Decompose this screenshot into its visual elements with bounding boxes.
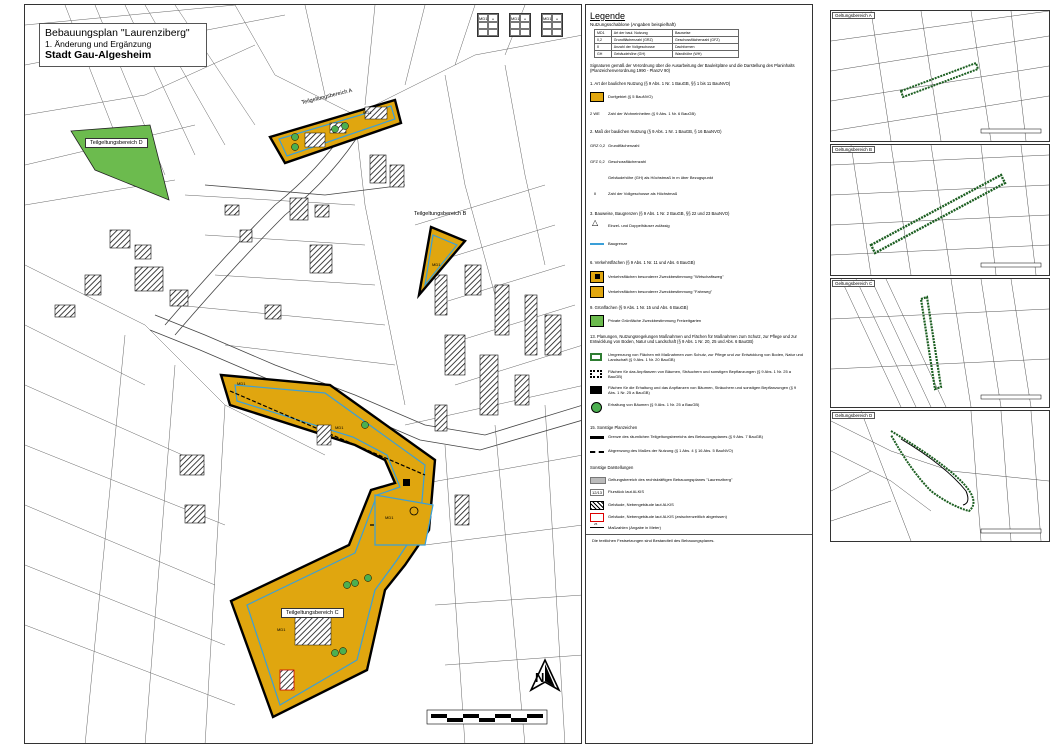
- legend-section-6: 6. Verkehrsflächen (§ 9 Abs. 1 Nr. 11 un…: [590, 260, 695, 265]
- inset-map-a[interactable]: Geltungsbereich A: [830, 10, 1050, 142]
- legend-section-9: 9. Grünflächen (§ 9 Abs. 1 Nr. 15 und Ab…: [590, 305, 688, 310]
- swatch-gebaeude: [590, 501, 604, 510]
- cadastral-map[interactable]: [25, 5, 582, 744]
- plan-municipality: Stadt Gau-Algesheim: [45, 49, 152, 61]
- triangle-icon: ▵: [552, 14, 562, 22]
- zone-code-b: MD1: [432, 262, 441, 267]
- swatch-fahrweg: [590, 286, 604, 298]
- swatch-massnahmen: [590, 353, 602, 361]
- swatch-nutzungsgrenze: [590, 451, 604, 453]
- dimension-line-icon: [590, 527, 604, 528]
- area-c[interactable]: [219, 373, 437, 719]
- triangle-icon: ▵: [488, 14, 498, 22]
- zone-code-c3: MD1: [385, 515, 394, 520]
- legend-section-other: Sonstige Darstellungen: [590, 465, 634, 470]
- plan-title: Bebauungsplan "Laurenziberg": [45, 27, 190, 39]
- swatch-gruenflaeche: [590, 315, 604, 327]
- legend-subheading: Nutzungsschablone (Angaben beispielhaft): [590, 22, 676, 27]
- inset-map-b[interactable]: Geltungsbereich B: [830, 144, 1050, 276]
- inset-b-drawing: [831, 145, 1049, 275]
- usage-template-table: MD1 Art der baul. Nutzung Bauweise 0,2 Grun…: [594, 29, 740, 58]
- inset-label-c: Geltungsbereich C: [832, 280, 876, 287]
- inset-column: Geltungsbereich A Geltungsbereich B Gelt…: [826, 4, 1052, 744]
- tree-icon: [591, 402, 602, 413]
- usage-key-3: MD1 ▵: [541, 13, 563, 37]
- legend-heading: Legende: [590, 11, 626, 21]
- inset-d-drawing: [831, 411, 1049, 541]
- usage-key-1: MD1 ▵: [477, 13, 499, 37]
- swatch-wirtschaftsweg: [590, 271, 604, 283]
- inset-c-drawing: [831, 279, 1049, 407]
- legend-section-1: 1. Art der baulichen Nutzung (§ 9 Abs. 1…: [590, 81, 731, 86]
- triangle-icon: ▵: [520, 14, 530, 22]
- usage-key-code: MD1: [478, 14, 488, 22]
- map-scale-bar: [426, 709, 548, 725]
- swatch-dorfgebiet: [590, 92, 604, 102]
- inset-a-drawing: [831, 11, 1049, 141]
- zone-code-c2: MD1: [335, 425, 344, 430]
- green-area-d[interactable]: [70, 124, 170, 201]
- zone-code-a: MD1: [363, 110, 372, 115]
- swatch-geltungsbereich-grenze: [590, 436, 604, 439]
- swatch-alt-geltungsbereich: [590, 477, 606, 484]
- legend-intro: Signaturen gemäß der Verordnung über die…: [590, 63, 795, 73]
- map-panel[interactable]: Bebauungsplan "Laurenziberg" 1. Änderung…: [24, 4, 582, 744]
- swatch-erhaltung: [590, 386, 602, 394]
- legend-footnote: Die textlichen Festsetzungen sind Bestan…: [592, 538, 715, 543]
- label-area-b[interactable]: Teilgeltungsbereich B: [410, 210, 470, 218]
- usage-key-2: MD1 ▵: [509, 13, 531, 37]
- plan-subtitle: 1. Änderung und Ergänzung: [45, 39, 152, 49]
- swatch-gebaeude-abgerissen: [590, 513, 604, 522]
- north-label: N: [535, 670, 545, 685]
- triangle-icon: △: [592, 218, 599, 227]
- baugrenze-line: [590, 243, 604, 245]
- buildings: [54, 154, 562, 526]
- inset-map-d[interactable]: Geltungsbereich D: [830, 410, 1050, 542]
- usage-key-code: MD1: [510, 14, 520, 22]
- legend-section-15: 15. Sonstige Planzeichen: [590, 425, 638, 430]
- area-a[interactable]: [268, 98, 403, 165]
- zone-code-c1: MD1: [237, 381, 246, 386]
- usage-key-code: MD1: [542, 14, 552, 22]
- inset-label-b: Geltungsbereich B: [832, 146, 876, 153]
- legend-section-13: 13. Planungen, Nutzungsregelungen Maßnah…: [590, 334, 797, 344]
- label-area-c[interactable]: Teilgeltungsbereich C: [281, 608, 344, 618]
- swatch-anpflanzen: [590, 370, 602, 378]
- inset-map-c[interactable]: Geltungsbereich C: [830, 278, 1050, 408]
- zone-code-c4: MD1: [277, 627, 286, 632]
- inset-label-d: Geltungsbereich D: [832, 412, 876, 419]
- legend-section-2: 2. Maß der baulichen Nutzung (§ 9 Abs. 1…: [590, 129, 722, 134]
- legend-panel: Legende Nutzungsschablone (Angaben beisp…: [585, 4, 813, 744]
- legend-section-3: 3. Bauweise, Baugrenzen (§ 9 Abs. 1 Nr. …: [590, 211, 730, 216]
- title-block: Bebauungsplan "Laurenziberg" 1. Änderung…: [39, 23, 207, 67]
- inset-label-a: Geltungsbereich A: [832, 12, 875, 19]
- label-area-d[interactable]: Teilgeltungsbereich D: [85, 138, 148, 148]
